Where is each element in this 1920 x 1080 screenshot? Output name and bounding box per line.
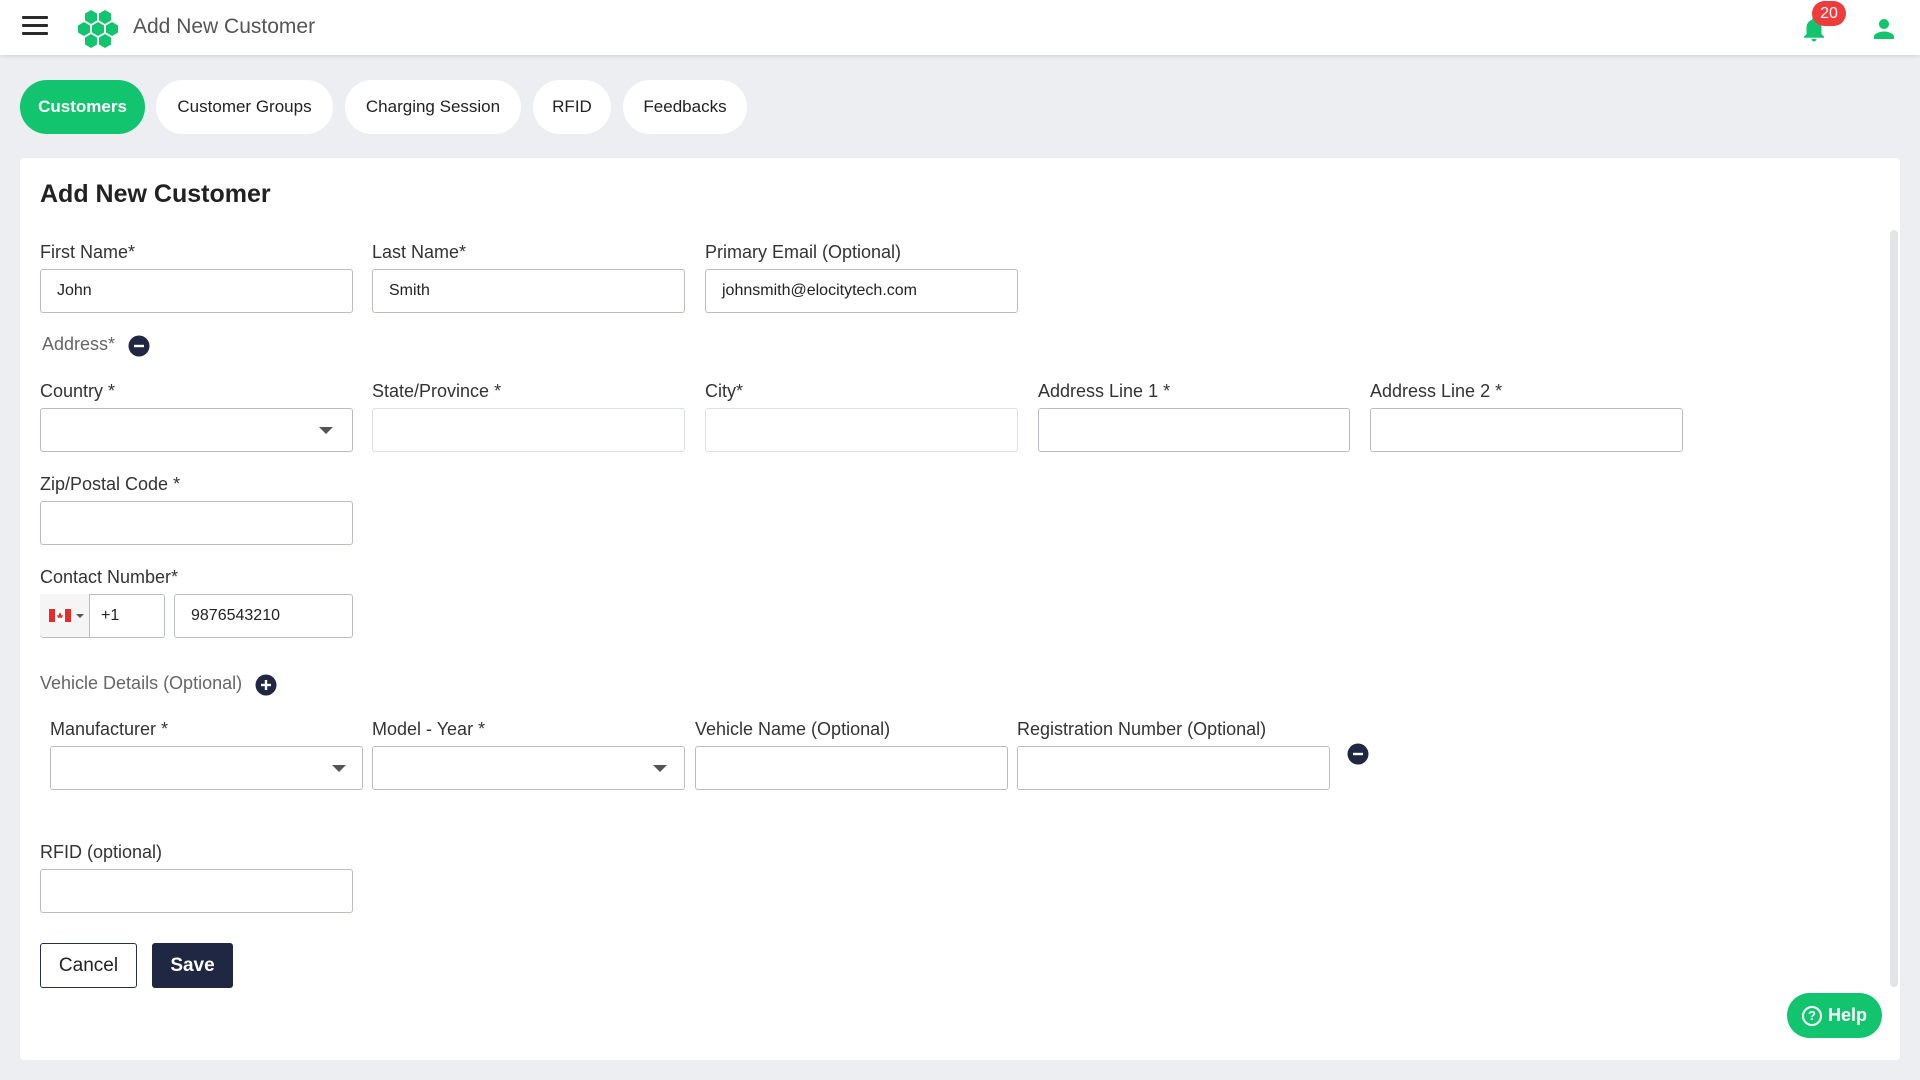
- save-button[interactable]: Save: [152, 943, 233, 988]
- zip-input[interactable]: [40, 501, 353, 545]
- menu-icon[interactable]: [22, 16, 48, 38]
- rfid-label: RFID (optional): [40, 842, 163, 862]
- manufacturer-select[interactable]: [50, 746, 363, 790]
- city-label: City*: [705, 381, 744, 401]
- logo-icon: [78, 10, 118, 48]
- add-vehicle-icon[interactable]: [255, 674, 277, 696]
- first-name-input[interactable]: John: [40, 269, 353, 313]
- country-select[interactable]: [40, 408, 353, 452]
- country-flag-selector[interactable]: [40, 594, 90, 637]
- notification-count-badge: 20: [1812, 1, 1846, 26]
- app-title: Add New Customer: [133, 15, 316, 38]
- address-line-1-label: Address Line 1 *: [1038, 381, 1171, 401]
- last-name-label: Last Name*: [372, 242, 467, 262]
- model-year-select[interactable]: [372, 746, 685, 790]
- first-name-label: First Name*: [40, 242, 136, 262]
- tab-charging-session[interactable]: Charging Session: [345, 80, 521, 134]
- cancel-button[interactable]: Cancel: [40, 943, 137, 988]
- state-input[interactable]: [372, 408, 685, 452]
- city-input[interactable]: [705, 408, 1018, 452]
- rfid-input[interactable]: [40, 869, 353, 913]
- address-line-2-label: Address Line 2 *: [1370, 381, 1503, 401]
- tab-rfid[interactable]: RFID: [533, 80, 611, 134]
- vehicle-name-input[interactable]: [695, 746, 1008, 790]
- user-profile-icon[interactable]: [1869, 14, 1899, 44]
- canada-flag-icon: [49, 609, 71, 622]
- tab-feedbacks[interactable]: Feedbacks: [623, 80, 747, 134]
- address-line-2-input[interactable]: [1370, 408, 1683, 452]
- question-icon: ?: [1801, 1005, 1822, 1026]
- tab-customer-groups[interactable]: Customer Groups: [156, 80, 333, 134]
- tab-customers[interactable]: Customers: [20, 80, 145, 134]
- address-section-label: Address*: [42, 334, 116, 354]
- remove-vehicle-icon[interactable]: [1347, 743, 1369, 765]
- last-name-input[interactable]: Smith: [372, 269, 685, 313]
- contact-number-input[interactable]: 9876543210: [174, 594, 353, 638]
- primary-email-label: Primary Email (Optional): [705, 242, 902, 262]
- remove-address-icon[interactable]: [128, 335, 150, 357]
- help-label: Help: [1827, 1005, 1867, 1025]
- chevron-down-icon: [319, 427, 333, 434]
- chevron-down-icon: [653, 765, 667, 772]
- top-bar: Add New Customer 20: [0, 0, 1920, 55]
- chevron-down-icon: [332, 765, 346, 772]
- model-year-label: Model - Year *: [372, 719, 486, 739]
- vehicle-name-label: Vehicle Name (Optional): [695, 719, 891, 739]
- vehicle-section-label: Vehicle Details (Optional): [40, 673, 243, 693]
- primary-email-input[interactable]: johnsmith@elocitytech.com: [705, 269, 1018, 313]
- flag-dropdown-caret-icon: [76, 614, 84, 618]
- registration-number-input[interactable]: [1017, 746, 1330, 790]
- page-title: Add New Customer: [40, 180, 271, 208]
- address-line-1-input[interactable]: [1038, 408, 1350, 452]
- help-button[interactable]: ? Help: [1787, 993, 1882, 1038]
- scrollbar[interactable]: [1890, 230, 1898, 987]
- country-label: Country *: [40, 381, 116, 401]
- state-label: State/Province *: [372, 381, 502, 401]
- registration-number-label: Registration Number (Optional): [1017, 719, 1267, 739]
- zip-label: Zip/Postal Code *: [40, 474, 181, 494]
- manufacturer-label: Manufacturer *: [50, 719, 169, 739]
- contact-number-label: Contact Number*: [40, 567, 179, 587]
